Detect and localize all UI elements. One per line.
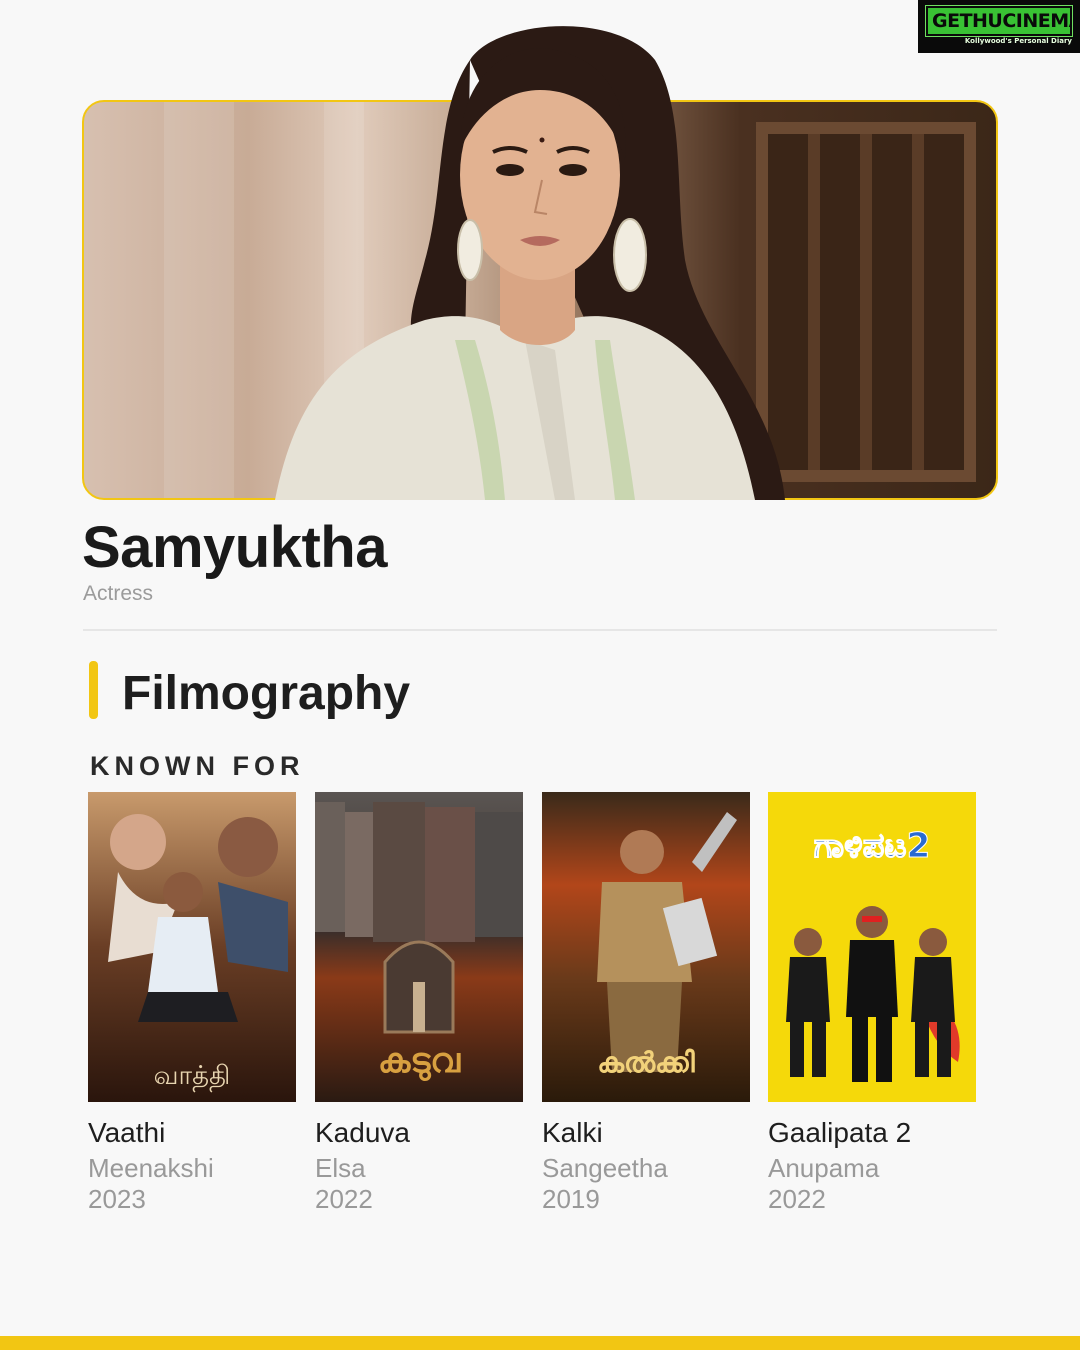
poster-title-text: കൽക്കി [597,1046,695,1079]
film-poster[interactable]: കടുവ [315,792,523,1102]
film-title[interactable]: Gaalipata 2 [768,1116,976,1150]
film-card-vaathi[interactable]: வாத்தி Vaathi Meenakshi 2023 [88,792,296,1214]
divider [83,629,997,631]
watermark-name: GETHUCINEMA [925,5,1080,37]
poster-title-text: കടുവ [378,1041,461,1082]
background-pillar [164,102,234,498]
film-role: Elsa [315,1153,366,1183]
actress-name: Samyuktha [82,515,387,580]
section-title: Filmography [122,667,411,720]
film-year: 2019 [542,1184,600,1214]
film-card-kalki[interactable]: കൽക്കി Kalki Sangeetha 2019 [542,792,750,1214]
watermark-logo: GETHUCINEMA Kollywood's Personal Diary [918,0,1080,53]
bottom-accent-bar [0,1336,1080,1350]
film-year: 2022 [315,1184,373,1214]
watermark-tagline: Kollywood's Personal Diary [964,37,1072,45]
film-title[interactable]: Vaathi [88,1116,296,1150]
film-title[interactable]: Kalki [542,1116,750,1150]
poster-title-text: ಗಾಳಿಪಟ2 [814,826,931,866]
film-role: Meenakshi [88,1153,214,1183]
actress-portrait [275,26,785,500]
film-year: 2023 [88,1184,146,1214]
film-card-kaduva[interactable]: കടുവ Kaduva Elsa 2022 [315,792,523,1214]
film-poster[interactable]: ಗಾಳಿಪಟ2 [768,792,976,1102]
section-accent-bar [89,661,98,719]
film-year: 2022 [768,1184,826,1214]
known-for-label: KNOWN FOR [90,751,305,781]
film-role: Sangeetha [542,1153,668,1183]
poster-title-text: வாத்தி [154,1061,231,1092]
film-title[interactable]: Kaduva [315,1116,523,1150]
film-poster[interactable]: வாத்தி [88,792,296,1102]
actress-role: Actress [83,582,154,605]
film-poster[interactable]: കൽക്കി [542,792,750,1102]
film-role: Anupama [768,1153,880,1183]
film-card-gaalipata-2[interactable]: ಗಾಳಿಪಟ2 Gaalipata 2 Anupama 2022 [768,792,976,1214]
